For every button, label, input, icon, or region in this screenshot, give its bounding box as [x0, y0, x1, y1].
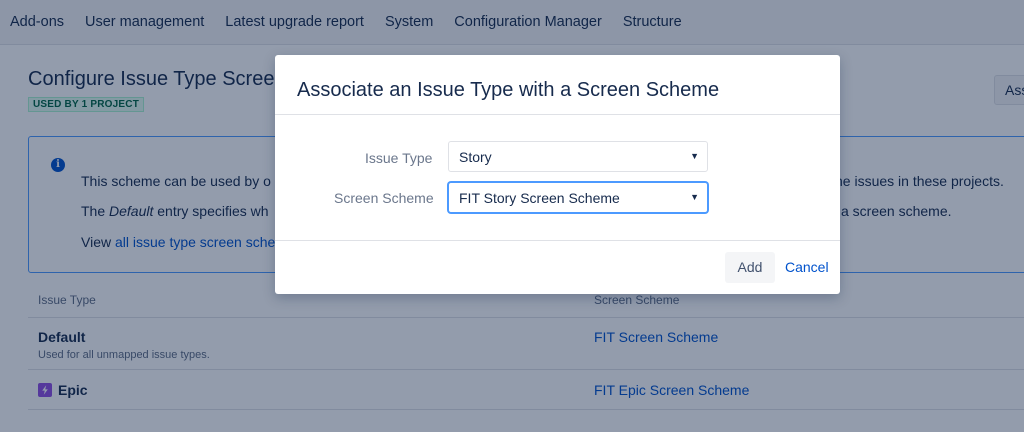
issue-type-label: Issue Type [365, 150, 433, 166]
chevron-down-icon: ▼ [690, 192, 699, 202]
issue-type-selected-value: Story [459, 149, 492, 165]
associate-issue-type-dialog: Associate an Issue Type with a Screen Sc… [275, 55, 840, 294]
dialog-footer-divider [275, 240, 840, 241]
chevron-down-icon: ▼ [690, 151, 699, 161]
dialog-title: Associate an Issue Type with a Screen Sc… [297, 79, 720, 101]
screen-scheme-label: Screen Scheme [334, 190, 434, 206]
screen-scheme-selected-value: FIT Story Screen Scheme [459, 190, 620, 206]
screen-scheme-select[interactable]: FIT Story Screen Scheme ▼ [448, 182, 708, 213]
dialog-header-divider [275, 114, 840, 115]
add-button[interactable]: Add [725, 252, 775, 283]
cancel-link[interactable]: Cancel [785, 259, 829, 275]
issue-type-select[interactable]: Story ▼ [448, 141, 708, 172]
